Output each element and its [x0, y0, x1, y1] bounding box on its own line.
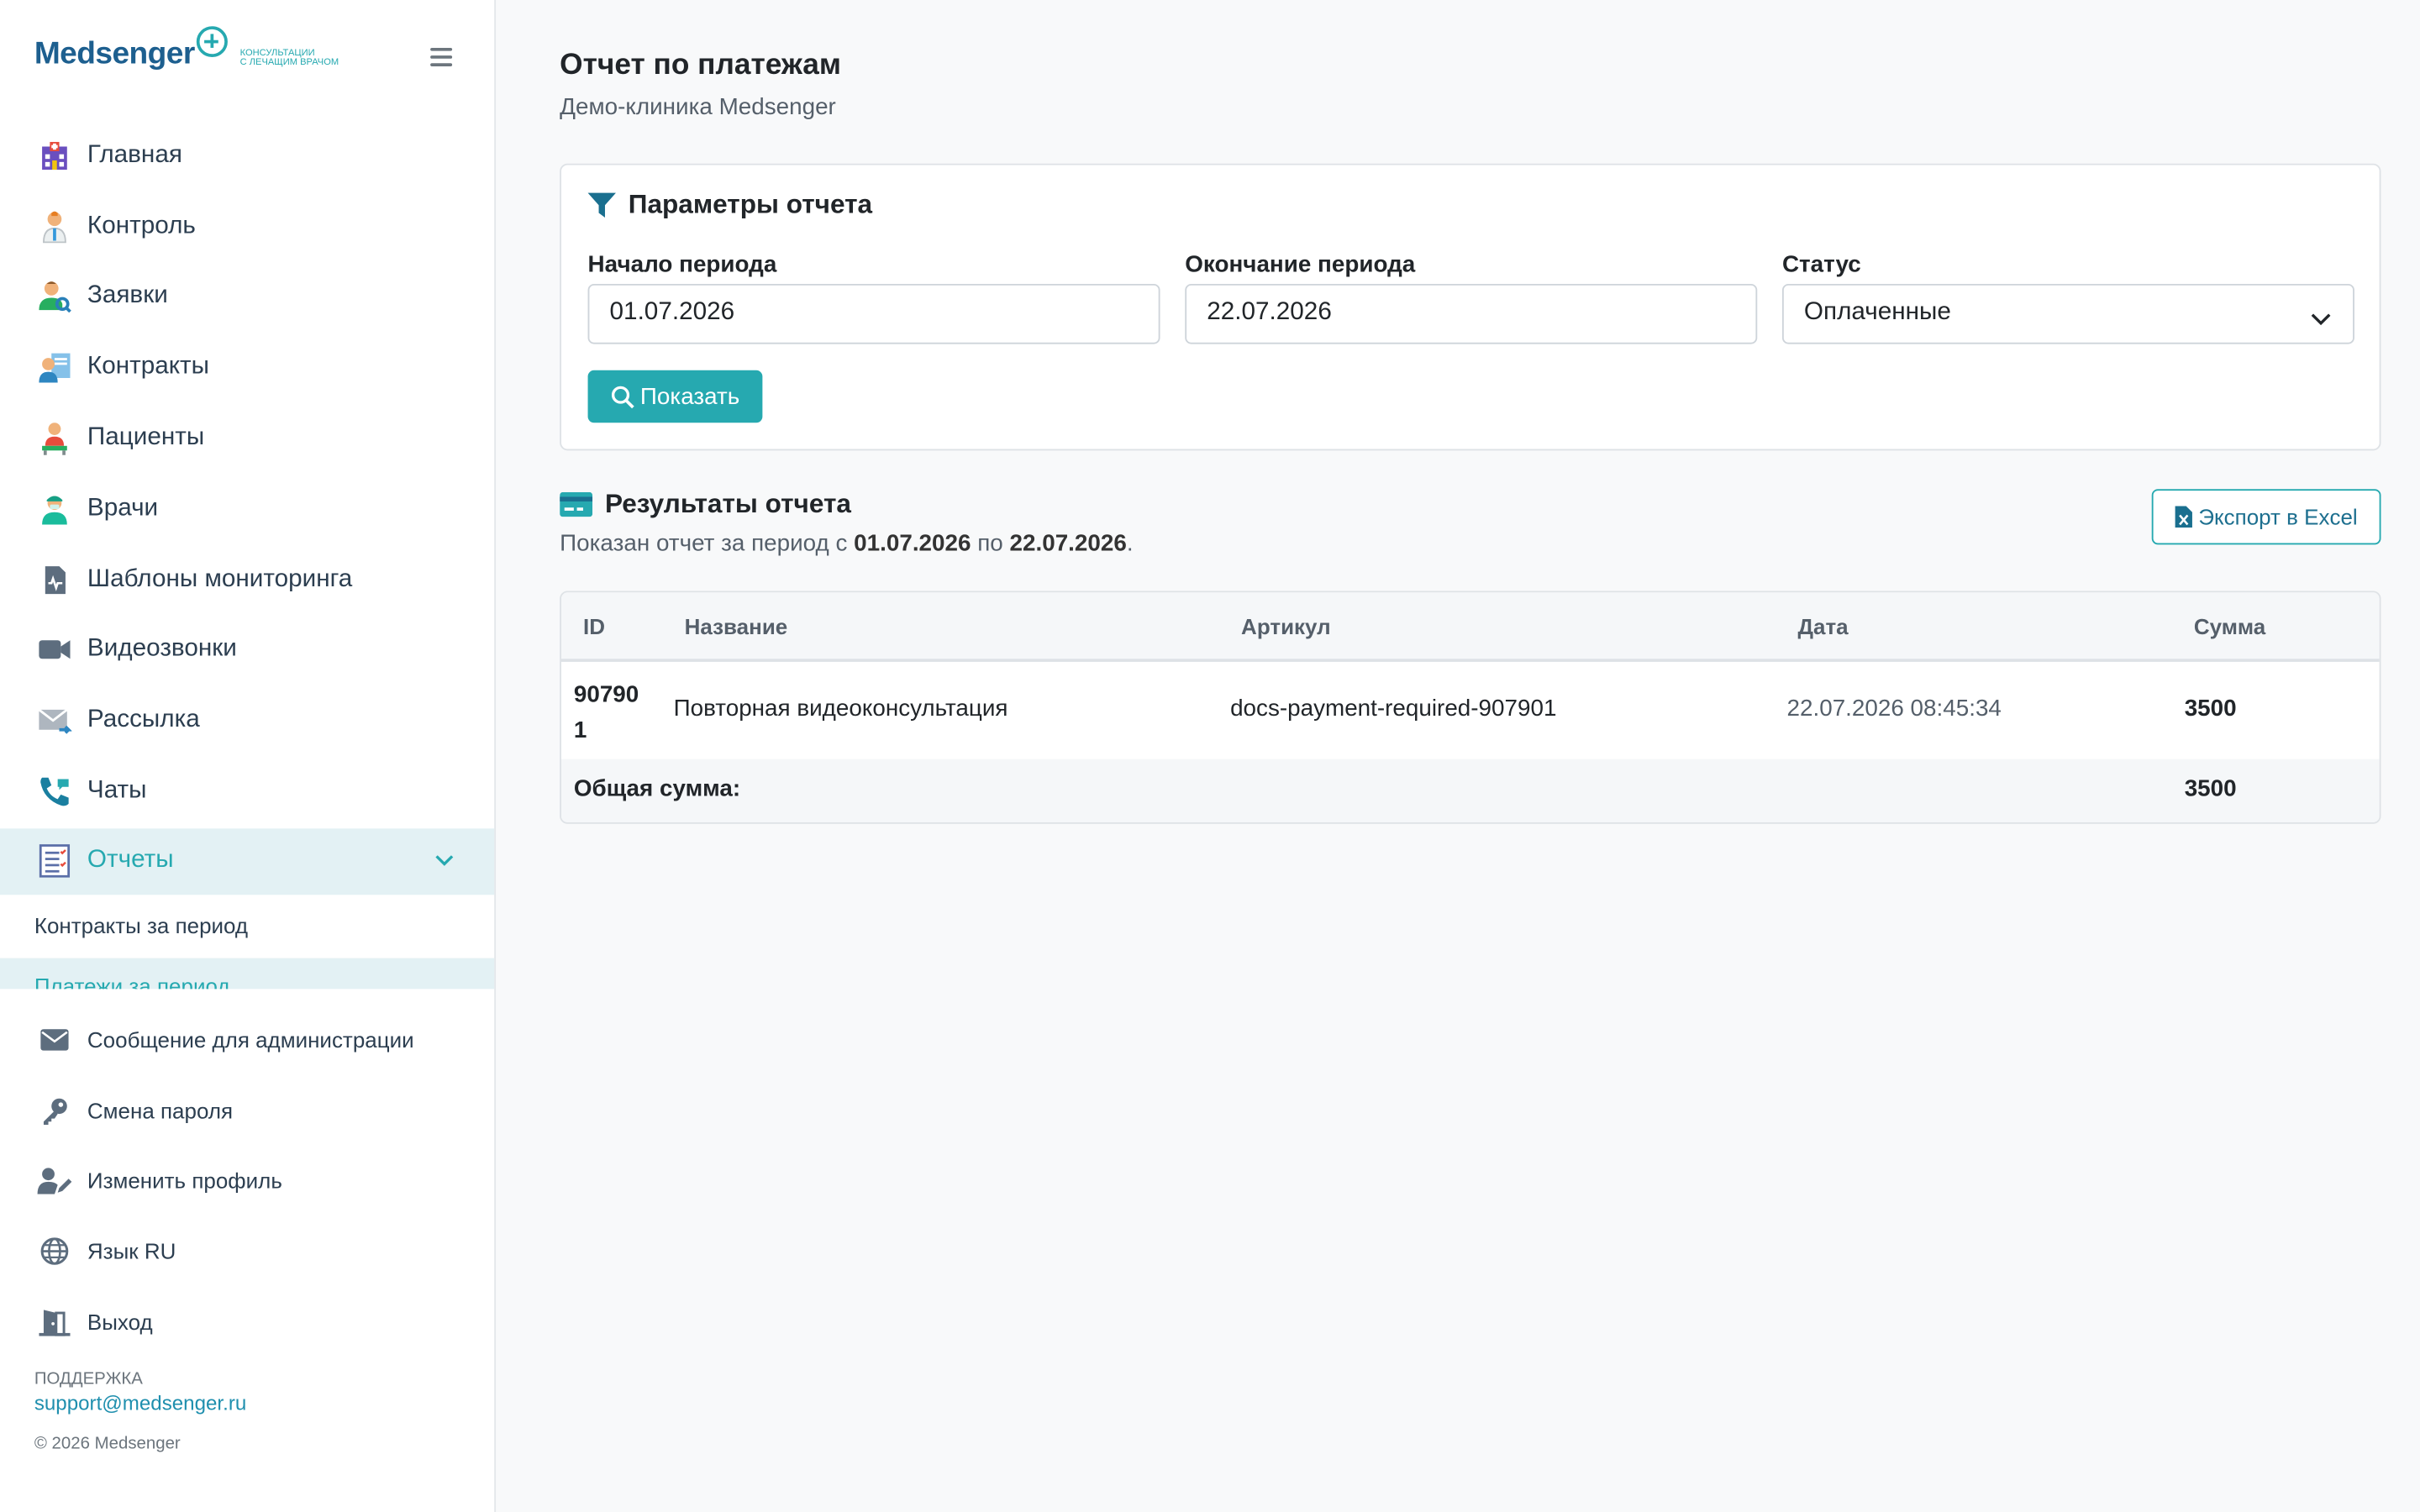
credit-card-icon — [560, 491, 593, 517]
sidebar-item-admin-message[interactable]: Сообщение для администрации — [0, 1005, 494, 1075]
status-label: Статус — [1781, 251, 1861, 278]
results-title: Результаты отчета — [560, 489, 851, 520]
logo-tagline: КОНСУЛЬТАЦИИ С ЛЕЧАЩИМ ВРАЧОМ — [239, 49, 339, 68]
hospital-icon — [38, 139, 72, 172]
end-date-label: Окончание периода — [1185, 251, 1416, 278]
col-date: Дата — [1797, 614, 1849, 639]
sidebar-item-control[interactable]: Контроль — [0, 191, 494, 261]
sidebar-item-doctors[interactable]: Врачи — [0, 474, 494, 544]
logo-plus-icon — [196, 26, 228, 57]
submenu-item-contracts-period[interactable]: Контракты за период — [0, 895, 494, 958]
user-edit-icon — [37, 1164, 72, 1198]
door-exit-icon — [38, 1305, 72, 1339]
patient-icon — [38, 422, 72, 455]
monitoring-template-icon — [38, 563, 72, 596]
page-subtitle: Демо-клиника Medsenger — [560, 94, 836, 121]
sidebar-item-edit-profile[interactable]: Изменить профиль — [0, 1146, 494, 1216]
search-icon — [611, 385, 634, 408]
cell-date: 22.07.2026 08:45:34 — [1786, 696, 2002, 722]
chevron-down-icon — [435, 848, 454, 875]
hamburger-menu-icon[interactable] — [430, 47, 453, 66]
sidebar-item-mailing[interactable]: Рассылка — [0, 685, 494, 756]
contract-icon — [38, 350, 72, 384]
filter-icon — [587, 192, 616, 219]
table-total-row: Общая сумма: 3500 — [561, 759, 2380, 822]
excel-file-icon — [2175, 506, 2192, 528]
show-button[interactable]: Показать — [587, 370, 763, 423]
cell-id: 90790 1 — [573, 681, 639, 744]
phone-chat-icon — [38, 774, 72, 808]
globe-icon — [38, 1235, 72, 1268]
support-block: ПОДДЕРЖКА support@medsenger.ru — [34, 1370, 246, 1415]
sidebar-item-contracts[interactable]: Контракты — [0, 333, 494, 403]
status-select[interactable]: Оплаченные — [1781, 283, 2354, 344]
sidebar-item-change-password[interactable]: Смена пароля — [0, 1075, 494, 1146]
submenu-item-payments-period[interactable]: Платежи за период — [0, 958, 495, 990]
support-email-link[interactable]: support@medsenger.ru — [34, 1392, 246, 1415]
col-name: Название — [684, 614, 788, 639]
sidebar-bottom: Сообщение для администрации Смена пароля… — [0, 1005, 494, 1358]
chevron-down-icon — [2311, 306, 2331, 333]
sidebar-item-monitoring-templates[interactable]: Шаблоны мониторинга — [0, 544, 494, 615]
medsenger-logo[interactable]: Medsenger КОНСУЛЬТАЦИИ С ЛЕЧАЩИМ ВРАЧОМ — [34, 26, 339, 72]
report-params-card: Параметры отчета Начало периода 01.07.20… — [560, 163, 2381, 451]
sidebar-item-language[interactable]: Язык RU — [0, 1216, 494, 1287]
sidebar-item-reports[interactable]: Отчеты — [0, 828, 495, 895]
support-label: ПОДДЕРЖКА — [34, 1369, 143, 1389]
end-date-input[interactable]: 22.07.2026 — [1185, 283, 1758, 344]
start-date-label: Начало периода — [587, 251, 777, 278]
col-sum: Сумма — [2193, 614, 2266, 639]
cell-sku: docs-payment-required-907901 — [1230, 696, 1557, 722]
cell-name: Повторная видеоконсультация — [673, 696, 1008, 722]
col-id: ID — [582, 614, 605, 639]
key-icon — [38, 1094, 72, 1127]
envelope-icon — [38, 1023, 72, 1057]
user-search-icon — [38, 280, 72, 314]
sidebar-item-video-calls[interactable]: Видеозвонки — [0, 615, 494, 685]
sidebar-item-logout[interactable]: Выход — [0, 1287, 494, 1357]
sidebar-item-requests[interactable]: Заявки — [0, 261, 494, 332]
start-date-input[interactable]: 01.07.2026 — [587, 283, 1160, 344]
total-label: Общая сумма: — [573, 775, 741, 803]
video-camera-icon — [38, 633, 72, 667]
table-row: 90790 1 Повторная видеоконсультация docs-… — [561, 661, 2380, 759]
page-title: Отчет по платежам — [560, 49, 841, 82]
sidebar: Medsenger КОНСУЛЬТАЦИИ С ЛЕЧАЩИМ ВРАЧОМ … — [0, 0, 497, 1512]
params-title: Параметры отчета — [587, 190, 872, 221]
main-nav: Главная Контроль Заявки Контракты Пациен… — [0, 120, 495, 990]
total-value: 3500 — [2184, 775, 2237, 803]
table-header: ID Название Артикул Дата Сумма — [561, 592, 2380, 662]
results-table: ID Название Артикул Дата Сумма 90790 1 По… — [560, 591, 2381, 824]
mail-send-icon — [38, 704, 72, 738]
export-excel-button[interactable]: Экспорт в Excel — [2151, 489, 2381, 545]
sidebar-item-home[interactable]: Главная — [0, 120, 494, 191]
results-summary: Показан отчет за период с 01.07.2026 по … — [560, 530, 1134, 558]
sidebar-item-chats[interactable]: Чаты — [0, 756, 494, 827]
report-list-icon — [38, 844, 72, 879]
col-sku: Артикул — [1241, 614, 1331, 639]
sidebar-item-patients[interactable]: Пациенты — [0, 403, 494, 474]
main-content: Отчет по платежам Демо-клиника Medsenger… — [496, 0, 2420, 1512]
medic-icon — [38, 492, 72, 526]
doctor-icon — [38, 209, 72, 243]
cell-sum: 3500 — [2184, 696, 2237, 722]
copyright: © 2026 Medsenger — [34, 1435, 181, 1454]
